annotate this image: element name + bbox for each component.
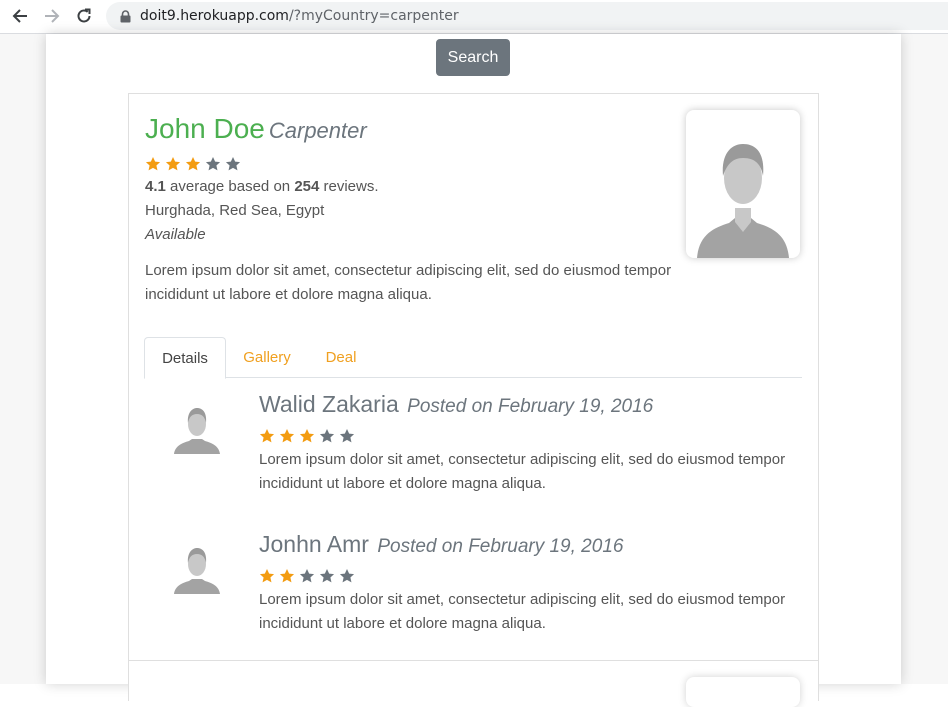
rating-average: 4.1 — [145, 178, 166, 195]
reviewer-name: Jonhn Amr — [259, 531, 369, 557]
review-date: Posted on February 19, 2016 — [407, 396, 654, 417]
review-heading: Walid Zakaria Posted on February 19, 201… — [259, 390, 653, 421]
star-empty-icon — [205, 157, 221, 171]
star-filled-icon — [165, 157, 181, 171]
review-text: Lorem ipsum dolor sit amet, consectetur … — [259, 591, 786, 632]
address-bar[interactable]: doit9.herokuapp.com/?myCountry=carpenter — [106, 2, 948, 30]
profile-photo — [686, 677, 800, 707]
back-button[interactable] — [9, 5, 31, 27]
profile-location: Hurghada, Red Sea, Egypt — [145, 202, 325, 219]
profile-name: John Doe — [145, 113, 265, 144]
rating-reviews-word: reviews. — [323, 178, 379, 195]
reload-button[interactable] — [73, 5, 95, 27]
review-date: Posted on February 19, 2016 — [377, 536, 624, 557]
review-rating-stars — [259, 568, 355, 584]
tab-gallery[interactable]: Gallery — [228, 337, 306, 378]
search-button[interactable]: Search — [436, 39, 510, 76]
url-text: doit9.herokuapp.com/?myCountry=carpenter — [140, 8, 459, 24]
star-filled-icon — [185, 157, 201, 171]
profile-heading: John Doe Carpenter — [145, 112, 367, 148]
star-empty-icon — [339, 569, 355, 583]
reload-icon — [77, 8, 91, 23]
review-rating-stars — [259, 428, 355, 444]
review-heading: Jonhn Amr Posted on February 19, 2016 — [259, 530, 623, 561]
profile-rating-stars — [145, 156, 241, 172]
rating-review-count: 254 — [294, 178, 320, 195]
tab-deal[interactable]: Deal — [312, 337, 370, 378]
star-filled-icon — [145, 157, 161, 171]
url-path: /?myCountry=carpenter — [288, 8, 459, 24]
star-empty-icon — [339, 429, 355, 443]
forward-button[interactable] — [41, 5, 63, 27]
star-empty-icon — [319, 569, 335, 583]
lock-icon — [118, 9, 132, 23]
star-empty-icon — [299, 569, 315, 583]
person-placeholder-icon — [697, 144, 789, 258]
profile-bio: Lorem ipsum dolor sit amet, consectetur … — [145, 262, 672, 303]
star-filled-icon — [259, 569, 275, 583]
reviewer-avatar-icon — [174, 548, 220, 594]
star-empty-icon — [225, 157, 241, 171]
profile-profession: Carpenter — [268, 118, 367, 143]
star-filled-icon — [279, 429, 295, 443]
star-filled-icon — [299, 429, 315, 443]
profile-photo — [686, 110, 800, 258]
profile-availability: Available — [145, 226, 206, 243]
review-text: Lorem ipsum dolor sit amet, consectetur … — [259, 451, 786, 492]
star-filled-icon — [259, 429, 275, 443]
arrow-right-icon — [45, 9, 60, 23]
url-host: doit9.herokuapp.com — [140, 8, 289, 24]
arrow-left-icon — [12, 9, 27, 23]
browser-toolbar: doit9.herokuapp.com/?myCountry=carpenter — [0, 0, 948, 34]
reviewer-avatar-icon — [174, 408, 220, 454]
rating-summary: 4.1 average based on 254 reviews. — [145, 178, 379, 195]
star-empty-icon — [319, 429, 335, 443]
reviewer-name: Walid Zakaria — [259, 391, 399, 417]
star-filled-icon — [279, 569, 295, 583]
tab-details[interactable]: Details — [144, 337, 226, 379]
rating-average-text: average based on — [170, 178, 291, 195]
